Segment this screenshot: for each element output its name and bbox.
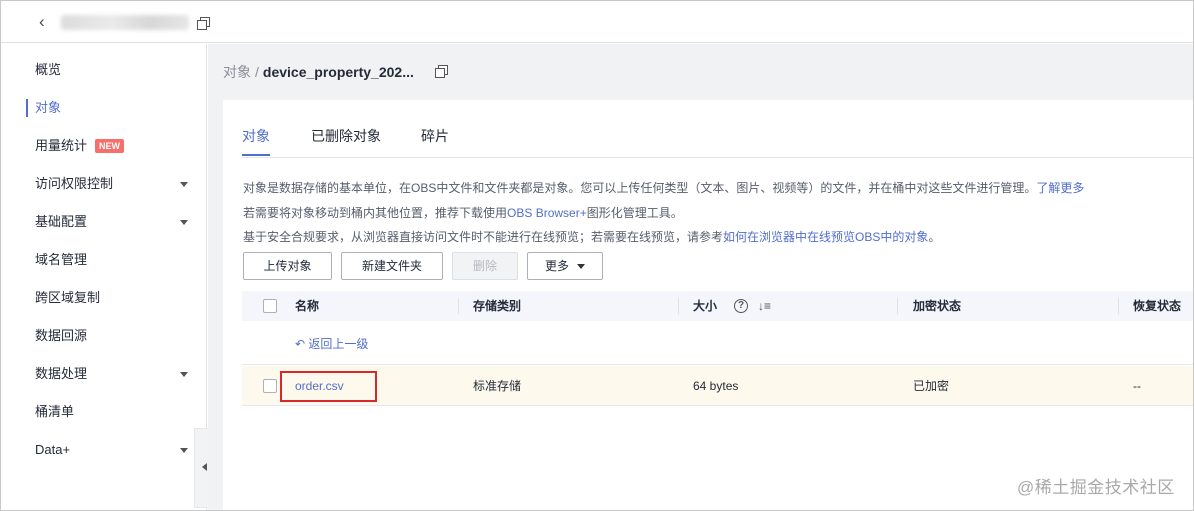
sidebar-item-label: 数据回源 bbox=[35, 328, 88, 343]
new-badge: NEW bbox=[95, 139, 125, 153]
chevron-left-icon[interactable]: ‹ bbox=[39, 13, 45, 31]
sidebar-item-overview[interactable]: 概览 bbox=[1, 51, 206, 89]
info-text: 对象是数据存储的基本单位，在OBS中文件和文件夹都是对象。您可以上传任何类型（文… bbox=[243, 181, 1037, 195]
objects-card: 对象 已删除对象 碎片 对象是数据存储的基本单位，在OBS中文件和文件夹都是对象… bbox=[223, 100, 1193, 510]
copy-icon[interactable] bbox=[197, 17, 210, 30]
more-dropdown[interactable]: 更多 bbox=[527, 252, 603, 280]
breadcrumb-separator: / bbox=[255, 64, 259, 80]
column-divider bbox=[678, 298, 679, 314]
info-text: 。 bbox=[928, 230, 941, 244]
info-text: 图形化管理工具。 bbox=[586, 206, 683, 220]
select-all-checkbox[interactable] bbox=[263, 299, 277, 313]
sidebar-item-label: 用量统计 bbox=[35, 138, 88, 153]
watermark: @稀土掘金技术社区 bbox=[1017, 478, 1175, 497]
info-line-3: 基于安全合规要求，从浏览器直接访问文件时不能进行在线预览；若需要在线预览，请参考… bbox=[243, 228, 940, 245]
chevron-down-icon bbox=[180, 448, 188, 453]
header-size[interactable]: 大小 bbox=[693, 291, 717, 321]
size-cell: 64 bytes bbox=[693, 379, 739, 393]
sidebar-item-data-processing[interactable]: 数据处理 bbox=[1, 355, 206, 393]
encryption-status-cell: 已加密 bbox=[913, 379, 950, 393]
obs-browser-link[interactable]: OBS Browser+ bbox=[507, 206, 587, 220]
tab-objects[interactable]: 对象 bbox=[242, 126, 270, 156]
sidebar-item-label: 数据处理 bbox=[35, 366, 88, 381]
main-content: 对象 / device_property_202... 对象 已删除对象 碎片 对象… bbox=[208, 44, 1193, 510]
top-bar: ‹ bbox=[1, 1, 1193, 43]
sidebar-item-usage-stats[interactable]: 用量统计 NEW bbox=[1, 127, 206, 165]
sidebar-item-back-to-source[interactable]: 数据回源 bbox=[1, 317, 206, 355]
column-divider bbox=[897, 298, 898, 314]
restore-status-cell: -- bbox=[1133, 379, 1141, 393]
back-row: ↶ 返回上一级 bbox=[242, 321, 1193, 365]
chevron-down-icon bbox=[180, 182, 188, 187]
header-storage-class[interactable]: 存储类别 bbox=[473, 291, 521, 321]
delete-button[interactable]: 删除 bbox=[452, 252, 518, 280]
info-line-1: 对象是数据存储的基本单位，在OBS中文件和文件夹都是对象。您可以上传任何类型（文… bbox=[243, 179, 1084, 196]
learn-more-link[interactable]: 了解更多 bbox=[1036, 181, 1084, 195]
info-line-2: 若需要将对象移动到桶内其他位置，推荐下载使用OBS Browser+图形化管理工… bbox=[243, 204, 683, 221]
online-preview-link[interactable]: 如何在浏览器中在线预览OBS中的对象 bbox=[723, 230, 928, 244]
more-label: 更多 bbox=[544, 259, 569, 273]
header-encryption-status[interactable]: 加密状态 bbox=[913, 291, 961, 321]
sidebar-item-label: 访问权限控制 bbox=[35, 176, 114, 191]
breadcrumb-current: device_property_202... bbox=[262, 64, 414, 80]
sort-icon[interactable]: ↓≡ bbox=[758, 291, 771, 321]
help-icon[interactable]: ? bbox=[734, 299, 748, 313]
breadcrumb-root[interactable]: 对象 bbox=[223, 64, 251, 80]
tabs-divider bbox=[242, 157, 1193, 158]
tab-deleted-objects[interactable]: 已删除对象 bbox=[311, 126, 381, 146]
column-divider bbox=[458, 298, 459, 314]
row-checkbox[interactable] bbox=[263, 379, 277, 393]
sidebar-item-label: 概览 bbox=[35, 62, 62, 77]
sidebar-item-cross-region-replication[interactable]: 跨区域复制 bbox=[1, 279, 206, 317]
sidebar-item-bucket-inventory[interactable]: 桶清单 bbox=[1, 393, 206, 431]
sidebar-item-objects[interactable]: 对象 bbox=[1, 89, 206, 127]
column-divider bbox=[1118, 298, 1119, 314]
sidebar-item-label: 跨区域复制 bbox=[35, 290, 101, 305]
sidebar-item-label: 对象 bbox=[35, 100, 62, 115]
storage-class-cell: 标准存储 bbox=[473, 379, 522, 393]
header-restore-status[interactable]: 恢复状态 bbox=[1133, 291, 1181, 321]
breadcrumb: 对象 / device_property_202... bbox=[223, 62, 414, 82]
back-link-label: 返回上一级 bbox=[308, 337, 369, 351]
sidebar: 概览 对象 用量统计 NEW 访问权限控制 基础配置 域名管理 跨区域复制 数据回… bbox=[1, 44, 207, 510]
new-folder-button[interactable]: 新建文件夹 bbox=[341, 252, 443, 280]
sidebar-item-access-control[interactable]: 访问权限控制 bbox=[1, 165, 206, 203]
return-arrow-icon: ↶ bbox=[295, 337, 309, 351]
caret-down-icon bbox=[577, 264, 585, 269]
sidebar-item-label: Data+ bbox=[35, 442, 71, 457]
sidebar-item-domain-management[interactable]: 域名管理 bbox=[1, 241, 206, 279]
table-row: order.csv 标准存储 64 bytes 已加密 -- bbox=[242, 366, 1193, 406]
info-text: 基于安全合规要求，从浏览器直接访问文件时不能进行在线预览；若需要在线预览，请参考 bbox=[243, 230, 724, 244]
info-text: 若需要将对象移动到桶内其他位置，推荐下载使用 bbox=[243, 206, 508, 220]
sidebar-item-label: 桶清单 bbox=[35, 404, 75, 419]
bucket-name-redacted bbox=[61, 15, 189, 30]
sidebar-item-label: 基础配置 bbox=[35, 214, 88, 229]
sidebar-item-data-plus[interactable]: Data+ bbox=[1, 431, 206, 469]
sidebar-item-label: 域名管理 bbox=[35, 252, 88, 267]
chevron-down-icon bbox=[180, 220, 188, 225]
back-to-parent-link[interactable]: ↶ 返回上一级 bbox=[295, 335, 368, 352]
upload-object-button[interactable]: 上传对象 bbox=[243, 252, 332, 280]
table-header: 名称 存储类别 大小 ? ↓≡ 加密状态 恢复状态 bbox=[242, 291, 1193, 321]
sidebar-item-basic-config[interactable]: 基础配置 bbox=[1, 203, 206, 241]
chevron-down-icon bbox=[180, 372, 188, 377]
copy-icon[interactable] bbox=[435, 65, 448, 78]
file-name-link[interactable]: order.csv bbox=[295, 366, 344, 406]
tab-fragments[interactable]: 碎片 bbox=[421, 126, 449, 146]
header-name[interactable]: 名称 bbox=[295, 291, 319, 321]
